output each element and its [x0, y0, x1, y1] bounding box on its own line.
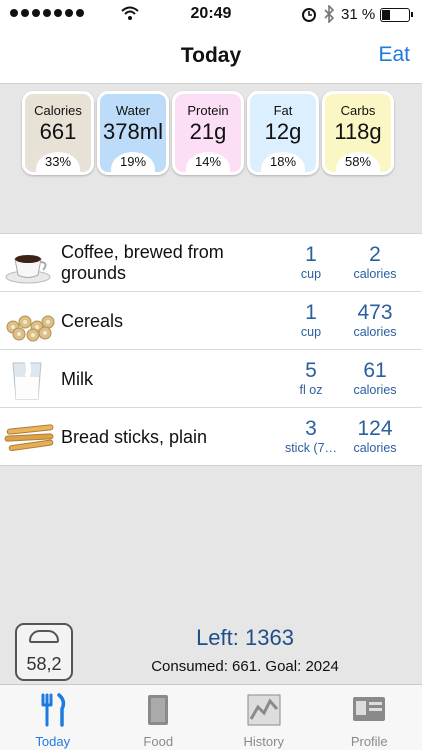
- weight-scale-button[interactable]: 58,2: [15, 623, 73, 681]
- nutrient-tile-water[interactable]: Water 378ml 19%: [97, 91, 169, 175]
- nutrient-percent: 14%: [194, 154, 222, 169]
- calories-value: 61: [363, 359, 387, 382]
- fork-knife-icon: [35, 693, 71, 727]
- nutrient-percent: 58%: [344, 154, 372, 169]
- profile-card-icon: [351, 693, 387, 727]
- battery-percent: 31 %: [341, 6, 376, 23]
- nutrient-label: Fat: [273, 103, 293, 118]
- nutrient-value: 21g: [189, 119, 227, 144]
- food-quantity: 1 cup: [278, 301, 344, 340]
- alarm-clock-icon: [302, 8, 316, 22]
- calories-unit: calories: [353, 267, 397, 281]
- bluetooth-icon: [324, 5, 335, 23]
- quantity-unit: stick (7…: [284, 441, 338, 455]
- calories-value: 124: [357, 417, 393, 440]
- food-row[interactable]: Cereals 1 cup 473 calories: [0, 292, 422, 350]
- food-row[interactable]: Bread sticks, plain 3 stick (7… 124 calories: [0, 408, 422, 466]
- nutrient-label: Carbs: [340, 103, 376, 118]
- nutrient-tile-fat[interactable]: Fat 12g 18%: [247, 91, 319, 175]
- quantity-value: 3: [305, 417, 317, 440]
- food-calories: 124 calories: [338, 417, 412, 456]
- quantity-unit: fl oz: [299, 383, 323, 397]
- quantity-value: 5: [305, 359, 317, 382]
- nutrient-summary: Calories 661 33% Water 378ml 19% Protein 21g 14%…: [22, 91, 398, 175]
- coffee-cup-icon: [3, 239, 57, 287]
- nutrient-percent: 18%: [269, 154, 297, 169]
- nutrient-label: Calories: [34, 103, 82, 118]
- quantity-unit: cup: [300, 325, 322, 339]
- scale-dial-icon: [29, 630, 59, 643]
- quantity-unit: cup: [300, 267, 322, 281]
- food-calories: 61 calories: [338, 359, 412, 398]
- food-quantity: 3 stick (7…: [278, 417, 344, 456]
- tab-history[interactable]: History: [211, 685, 317, 750]
- calories-unit: calories: [353, 383, 397, 397]
- calories-left: Left: 1363: [196, 625, 294, 650]
- nutrient-tile-protein[interactable]: Protein 21g 14%: [172, 91, 244, 175]
- book-icon: [140, 693, 176, 727]
- tab-today[interactable]: Today: [0, 685, 106, 750]
- cereal-icon: [3, 297, 57, 345]
- nutrient-value: 118g: [334, 119, 382, 144]
- weight-value: 58,2: [26, 654, 62, 674]
- tab-label: History: [243, 734, 284, 749]
- tab-label: Food: [143, 734, 174, 749]
- consumed-goal: Consumed: 661. Goal: 2024: [151, 658, 339, 675]
- calories-unit: calories: [353, 441, 397, 455]
- nutrient-tile-calories[interactable]: Calories 661 33%: [22, 91, 94, 175]
- tab-bar: Today Food History Profile: [0, 684, 422, 750]
- food-name: Bread sticks, plain: [61, 426, 208, 447]
- nutrient-value: 661: [39, 119, 77, 144]
- food-name: Coffee, brewed from grounds: [61, 242, 224, 283]
- tab-label: Today: [35, 734, 71, 749]
- nutrient-percent: 33%: [44, 154, 72, 169]
- bread-sticks-icon: [3, 413, 57, 461]
- calories-value: 473: [357, 301, 393, 324]
- food-name: Cereals: [61, 310, 124, 331]
- battery-icon: [380, 8, 413, 22]
- nutrient-percent: 19%: [119, 154, 147, 169]
- food-row[interactable]: Coffee, brewed from grounds 1 cup 2 calories: [0, 234, 422, 292]
- eat-button[interactable]: Eat: [378, 43, 410, 67]
- food-name: Milk: [61, 368, 93, 389]
- calories-value: 2: [369, 243, 381, 266]
- tab-food[interactable]: Food: [106, 685, 212, 750]
- quantity-value: 1: [305, 301, 317, 324]
- tab-profile[interactable]: Profile: [317, 685, 422, 750]
- milk-icon: [3, 355, 57, 403]
- food-list: Coffee, brewed from grounds 1 cup 2 calories…: [0, 233, 422, 466]
- tab-label: Profile: [350, 734, 388, 749]
- nutrient-value: 378ml: [103, 119, 163, 144]
- nutrient-tile-carbs[interactable]: Carbs 118g 58%: [322, 91, 394, 175]
- page-title: Today: [180, 44, 242, 67]
- daily-summary: 58,2 Left: 1363 Consumed: 661. Goal: 202…: [0, 618, 422, 684]
- food-calories: 473 calories: [338, 301, 412, 340]
- food-row[interactable]: Milk 5 fl oz 61 calories: [0, 350, 422, 408]
- nutrient-label: Water: [115, 103, 151, 118]
- status-bar: 20:49 31 %: [0, 0, 422, 30]
- food-quantity: 5 fl oz: [278, 359, 344, 398]
- calories-unit: calories: [353, 325, 397, 339]
- nutrient-label: Protein: [187, 103, 229, 118]
- food-quantity: 1 cup: [278, 243, 344, 282]
- nutrient-value: 12g: [264, 119, 302, 144]
- quantity-value: 1: [305, 243, 317, 266]
- navigation-bar: Today Eat: [0, 30, 422, 84]
- food-calories: 2 calories: [338, 243, 412, 282]
- chart-icon: [246, 693, 282, 727]
